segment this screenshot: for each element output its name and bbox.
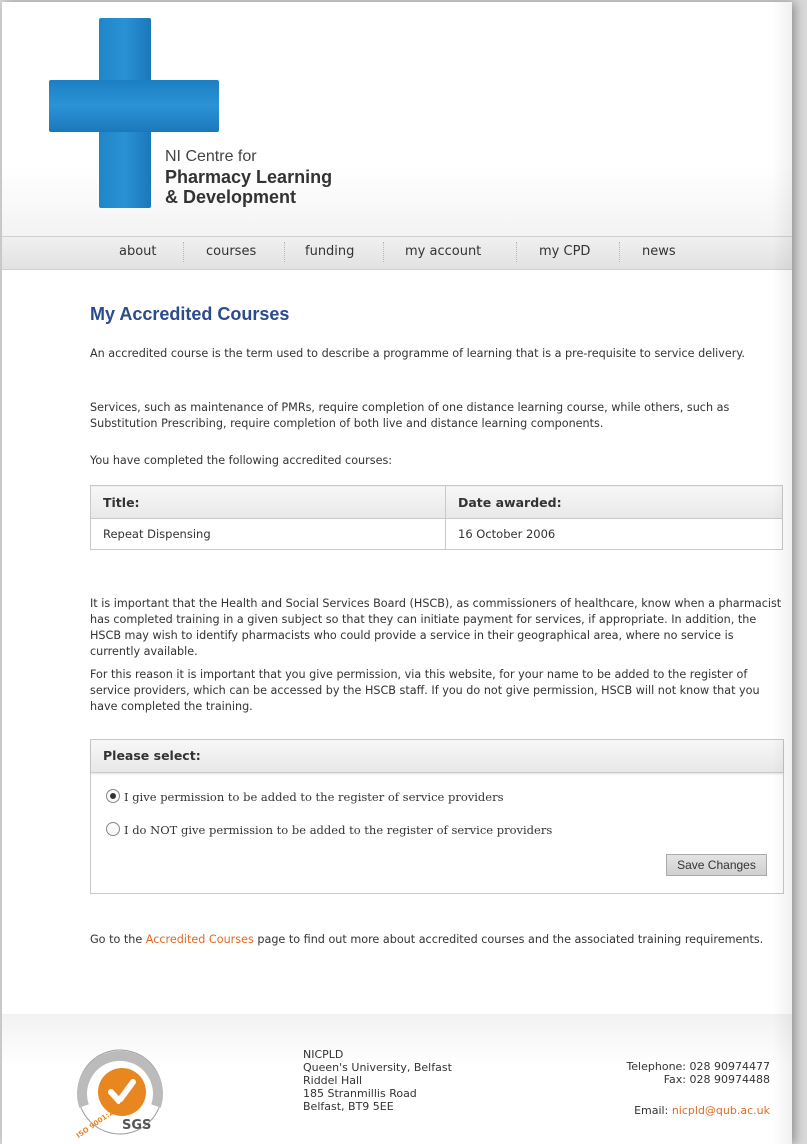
radio-label-no: I do NOT give permission to be added to … — [124, 823, 553, 837]
iso-certification-logo: ISO 9001:2008 SGS — [70, 1044, 170, 1140]
footer-contact: Telephone: 028 90974477 Fax: 028 9097448… — [626, 1060, 770, 1086]
brand-line-3: & Development — [165, 187, 297, 207]
site-footer: ISO 9001:2008 SGS NICPLD Queen's Univers… — [2, 1014, 792, 1144]
nav-divider — [183, 242, 184, 262]
radio-permission-yes[interactable]: I give permission to be added to the reg… — [106, 789, 504, 804]
table-row: Repeat Dispensing 16 October 2006 — [90, 518, 783, 550]
radio-label-yes: I give permission to be added to the reg… — [124, 790, 504, 804]
email-label: Email: — [634, 1104, 672, 1117]
site-header: NI Centre for Pharmacy Learning & Develo… — [2, 2, 792, 236]
address-line: 185 Stranmillis Road — [303, 1087, 417, 1100]
brand-line-1: NI Centre for — [165, 148, 257, 165]
accredited-courses-note: Go to the Accredited Courses page to fin… — [90, 932, 785, 948]
main-nav: about courses funding my account my CPD … — [2, 236, 792, 270]
intro-paragraph-2: Services, such as maintenance of PMRs, r… — [90, 401, 730, 430]
address-line: NICPLD — [303, 1048, 344, 1061]
nav-divider — [383, 242, 384, 262]
brand-line-2: Pharmacy Learning — [165, 167, 333, 187]
hscb-paragraph: It is important that the Health and Soci… — [90, 597, 782, 658]
footer-email: Email: nicpld@qub.ac.uk — [634, 1104, 770, 1117]
site-logo[interactable]: NI Centre for Pharmacy Learning & Develo… — [165, 147, 332, 207]
nav-my-account[interactable]: my account — [405, 244, 481, 259]
address-line: Queen's University, Belfast — [303, 1061, 452, 1074]
page-frame: NI Centre for Pharmacy Learning & Develo… — [2, 2, 792, 1144]
note-prefix: Go to the — [90, 933, 146, 946]
permission-form-header: Please select: — [91, 740, 783, 773]
nav-funding[interactable]: funding — [305, 244, 354, 259]
cell-date-awarded: 16 October 2006 — [445, 518, 783, 550]
footer-address: NICPLD Queen's University, Belfast Ridde… — [303, 1048, 452, 1113]
nav-divider — [284, 242, 285, 262]
address-line: Belfast, BT9 5EE — [303, 1100, 394, 1113]
telephone-text: Telephone: 028 90974477 — [626, 1060, 770, 1073]
radio-permission-no[interactable]: I do NOT give permission to be added to … — [106, 822, 552, 837]
cell-course-title: Repeat Dispensing — [90, 518, 446, 550]
permission-form-heading: Please select: — [103, 748, 201, 763]
permission-form: Please select: I give permission to be a… — [90, 739, 784, 894]
cert-brand: SGS — [122, 1118, 152, 1133]
nav-courses[interactable]: courses — [206, 244, 256, 259]
column-header-date: Date awarded: — [445, 485, 783, 519]
intro-paragraph-1: An accredited course is the term used to… — [90, 347, 745, 360]
email-link[interactable]: nicpld@qub.ac.uk — [672, 1104, 770, 1117]
nav-divider — [516, 242, 517, 262]
note-suffix: page to find out more about accredited c… — [253, 933, 764, 946]
nav-divider — [619, 242, 620, 262]
radio-button-unselected[interactable] — [106, 822, 120, 836]
completed-courses-label: You have completed the following accredi… — [90, 454, 393, 467]
address-line: Riddel Hall — [303, 1074, 363, 1087]
nav-about[interactable]: about — [119, 244, 157, 259]
accredited-courses-link[interactable]: Accredited Courses — [146, 933, 254, 946]
nav-my-cpd[interactable]: my CPD — [539, 244, 590, 259]
column-header-title: Title: — [90, 485, 446, 519]
fax-text: Fax: 028 90974488 — [663, 1073, 770, 1086]
table-header-row: Title: Date awarded: — [90, 485, 783, 519]
permission-paragraph: For this reason it is important that you… — [90, 668, 760, 713]
save-changes-button[interactable]: Save Changes — [666, 854, 767, 876]
radio-button-selected[interactable] — [106, 789, 120, 803]
page-title: My Accredited Courses — [90, 304, 290, 324]
nav-news[interactable]: news — [642, 244, 676, 259]
logo-cross-horizontal — [49, 80, 219, 132]
page-edge-shadow — [772, 2, 792, 1144]
accredited-courses-table: Title: Date awarded: Repeat Dispensing 1… — [90, 485, 783, 550]
